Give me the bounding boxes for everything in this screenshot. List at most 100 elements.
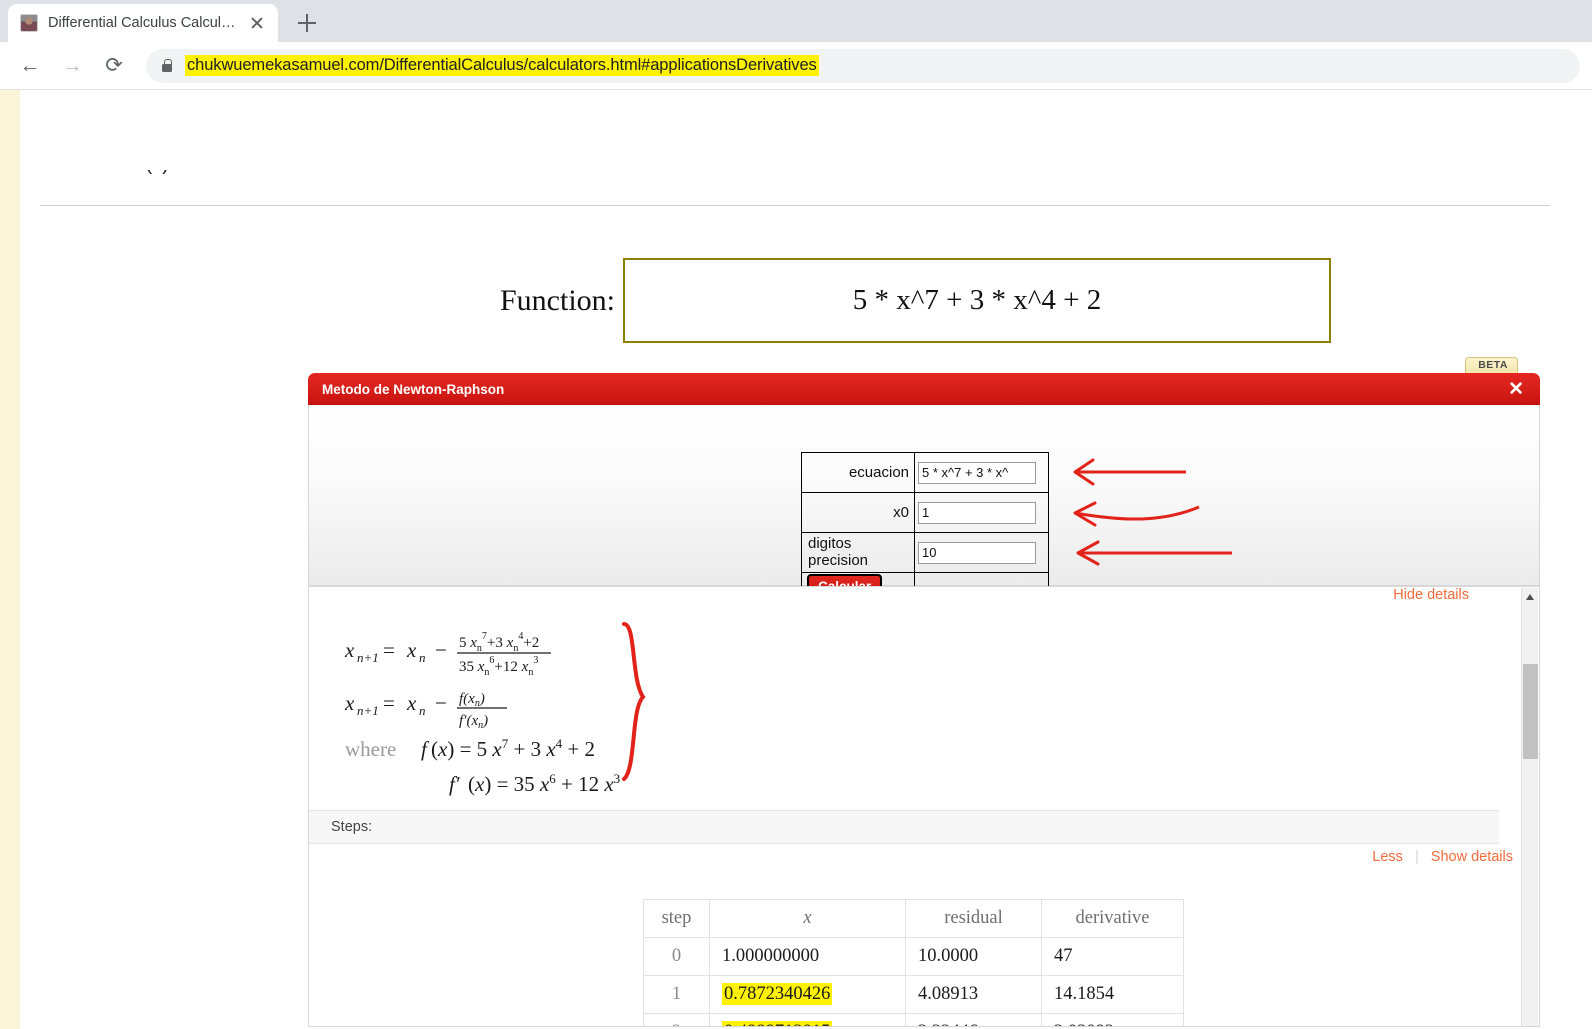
annotation-brace xyxy=(622,622,646,781)
detail-links: Less | Show details xyxy=(1372,849,1513,865)
svg-text:x: x xyxy=(406,638,417,662)
browser-toolbar: ← → ⟳ chukwuemekasamuel.com/Differential… xyxy=(0,42,1592,90)
steps-label: Steps: xyxy=(331,819,373,835)
widget-input-panel: ecuacion x0 digitos precision xyxy=(308,405,1540,602)
svg-text:n+1: n+1 xyxy=(357,703,379,718)
header-derivative: derivative xyxy=(1041,899,1184,938)
svg-text:(x) = 5 x7 + 3 x4 + 2: (x) = 5 x7 + 3 x4 + 2 xyxy=(431,736,595,761)
cell-precision-input xyxy=(914,532,1049,573)
svg-text:f′: f′ xyxy=(449,772,460,796)
cell-x: 0.4989712015 xyxy=(709,1013,906,1026)
function-label: Function: xyxy=(500,283,616,317)
address-bar[interactable]: chukwuemekasamuel.com/DifferentialCalcul… xyxy=(146,48,1580,83)
beta-badge: BETA xyxy=(1465,357,1518,373)
input-form-table: ecuacion x0 digitos precision xyxy=(801,452,1049,602)
profile-photo-favicon xyxy=(20,14,38,32)
show-details-link[interactable]: Show details xyxy=(1431,849,1513,865)
widget-title: Metodo de Newton-Raphson xyxy=(322,381,505,397)
table-row: 2 0.4989712015 2.22446 2.03092 xyxy=(643,1013,1184,1026)
browser-window: Differential Calculus Calculators ← → ⟳ … xyxy=(0,0,1592,1029)
svg-text:n: n xyxy=(419,650,426,665)
function-value-box[interactable]: 5 * x^7 + 3 * x^4 + 2 xyxy=(623,258,1332,343)
ecuacion-input[interactable] xyxy=(918,461,1036,484)
value-x-highlighted: 0.7872340426 xyxy=(722,983,833,1005)
value-x: 1.000000000 xyxy=(722,946,820,966)
form-row-ecuacion: ecuacion xyxy=(801,452,1049,493)
svg-text:where: where xyxy=(345,737,396,761)
clipped-heading-text: f(x) = ... xyxy=(140,170,280,176)
value-x-highlighted: 0.4989712015 xyxy=(722,1021,833,1026)
function-row: Function: 5 * x^7 + 3 * x^4 + 2 xyxy=(500,258,1332,343)
newton-raphson-formulas: x n+1 = x n − 5 xn7+3 xn4+2 35 xn6+12 xn… xyxy=(344,622,646,796)
cell-residual: 10.0000 xyxy=(905,937,1042,976)
cell-derivative: 47 xyxy=(1041,937,1184,976)
header-step: step xyxy=(643,899,710,938)
results-scrollbar[interactable] xyxy=(1521,588,1539,1026)
back-icon[interactable]: ← xyxy=(12,48,48,84)
steps-table: step x residual derivative 0 1.000000000… xyxy=(643,899,1184,1026)
cell-step: 0 xyxy=(643,937,710,976)
clipped-heading-sliver: f(x) = ... xyxy=(140,170,280,176)
digitos-precision-input[interactable] xyxy=(918,541,1036,564)
close-icon[interactable] xyxy=(246,12,268,34)
horizontal-divider xyxy=(40,205,1550,206)
cell-step: 1 xyxy=(643,975,710,1014)
link-separator: | xyxy=(1414,849,1419,865)
svg-text:=: = xyxy=(383,691,395,715)
header-residual: residual xyxy=(905,899,1042,938)
scrollbar-thumb[interactable] xyxy=(1523,664,1538,759)
browser-tab[interactable]: Differential Calculus Calculators xyxy=(8,4,278,42)
steps-table-head: step x residual derivative xyxy=(643,899,1184,938)
formula-area: x n+1 = x n − 5 xn7+3 xn4+2 35 xn6+12 xn… xyxy=(331,609,951,799)
hide-details-link[interactable]: Hide details xyxy=(1393,587,1469,603)
tab-strip: Differential Calculus Calculators xyxy=(0,0,1592,42)
page-left-accent-strip xyxy=(0,90,20,1029)
annotation-arrow-ecuacion xyxy=(1073,458,1186,486)
annotation-arrow-precision xyxy=(1076,540,1232,566)
cell-x: 0.7872340426 xyxy=(709,975,906,1014)
table-row: 1 0.7872340426 4.08913 14.1854 xyxy=(643,975,1184,1014)
reload-icon[interactable]: ⟳ xyxy=(96,48,132,84)
svg-text:f: f xyxy=(421,737,430,761)
cell-residual: 2.22446 xyxy=(905,1013,1042,1026)
new-tab-icon[interactable] xyxy=(290,6,324,40)
svg-text:−: − xyxy=(435,638,447,662)
results-panel: Hide details x n+1 = x n − 5 xn7+3 xn4+2 xyxy=(308,586,1540,1027)
cell-x0-input xyxy=(914,492,1049,533)
annotation-arrow-x0 xyxy=(1073,501,1200,527)
x0-input[interactable] xyxy=(918,501,1036,524)
widget-header: Metodo de Newton-Raphson ✕ xyxy=(308,373,1540,405)
svg-text:f′(xn): f′(xn) xyxy=(459,713,488,731)
cell-ecuacion-input xyxy=(914,452,1049,493)
forward-icon[interactable]: → xyxy=(54,48,90,84)
svg-text:x: x xyxy=(344,638,355,662)
form-row-precision: digitos precision xyxy=(801,532,1049,573)
svg-text:n: n xyxy=(419,703,426,718)
steps-label-band: Steps: xyxy=(309,810,1499,844)
address-bar-url: chukwuemekasamuel.com/DifferentialCalcul… xyxy=(185,55,819,76)
page-viewport: f(x) = ... Function: 5 * x^7 + 3 * x^4 +… xyxy=(0,90,1592,1029)
form-row-x0: x0 xyxy=(801,492,1049,533)
cell-derivative: 14.1854 xyxy=(1041,975,1184,1014)
widget-close-icon[interactable]: ✕ xyxy=(1506,380,1526,399)
newton-raphson-widget: BETA Metodo de Newton-Raphson ✕ ecuacion… xyxy=(308,357,1540,1027)
steps-table-body: 0 1.000000000 10.0000 47 1 0.7872340426 … xyxy=(643,937,1184,1026)
secure-lock-icon xyxy=(160,58,173,73)
svg-text:n+1: n+1 xyxy=(357,650,379,665)
svg-text:=: = xyxy=(383,638,395,662)
steps-header-row: step x residual derivative xyxy=(643,899,1184,938)
svg-text:5 xn7+3 xn4+2: 5 xn7+3 xn4+2 xyxy=(459,631,539,654)
less-link[interactable]: Less xyxy=(1372,849,1403,865)
label-digitos-precision: digitos precision xyxy=(801,532,915,573)
svg-text:x: x xyxy=(406,691,417,715)
svg-text:35 xn6+12 xn3: 35 xn6+12 xn3 xyxy=(459,655,538,678)
table-row: 0 1.000000000 10.0000 47 xyxy=(643,937,1184,976)
cell-x: 1.000000000 xyxy=(709,937,906,976)
label-x0: x0 xyxy=(801,492,915,533)
cell-residual: 4.08913 xyxy=(905,975,1042,1014)
scroll-up-arrow-icon[interactable] xyxy=(1522,588,1539,605)
svg-text:f(xn): f(xn) xyxy=(459,691,485,709)
svg-text:−: − xyxy=(435,691,447,715)
cell-derivative: 2.03092 xyxy=(1041,1013,1184,1026)
svg-text:x: x xyxy=(344,691,355,715)
